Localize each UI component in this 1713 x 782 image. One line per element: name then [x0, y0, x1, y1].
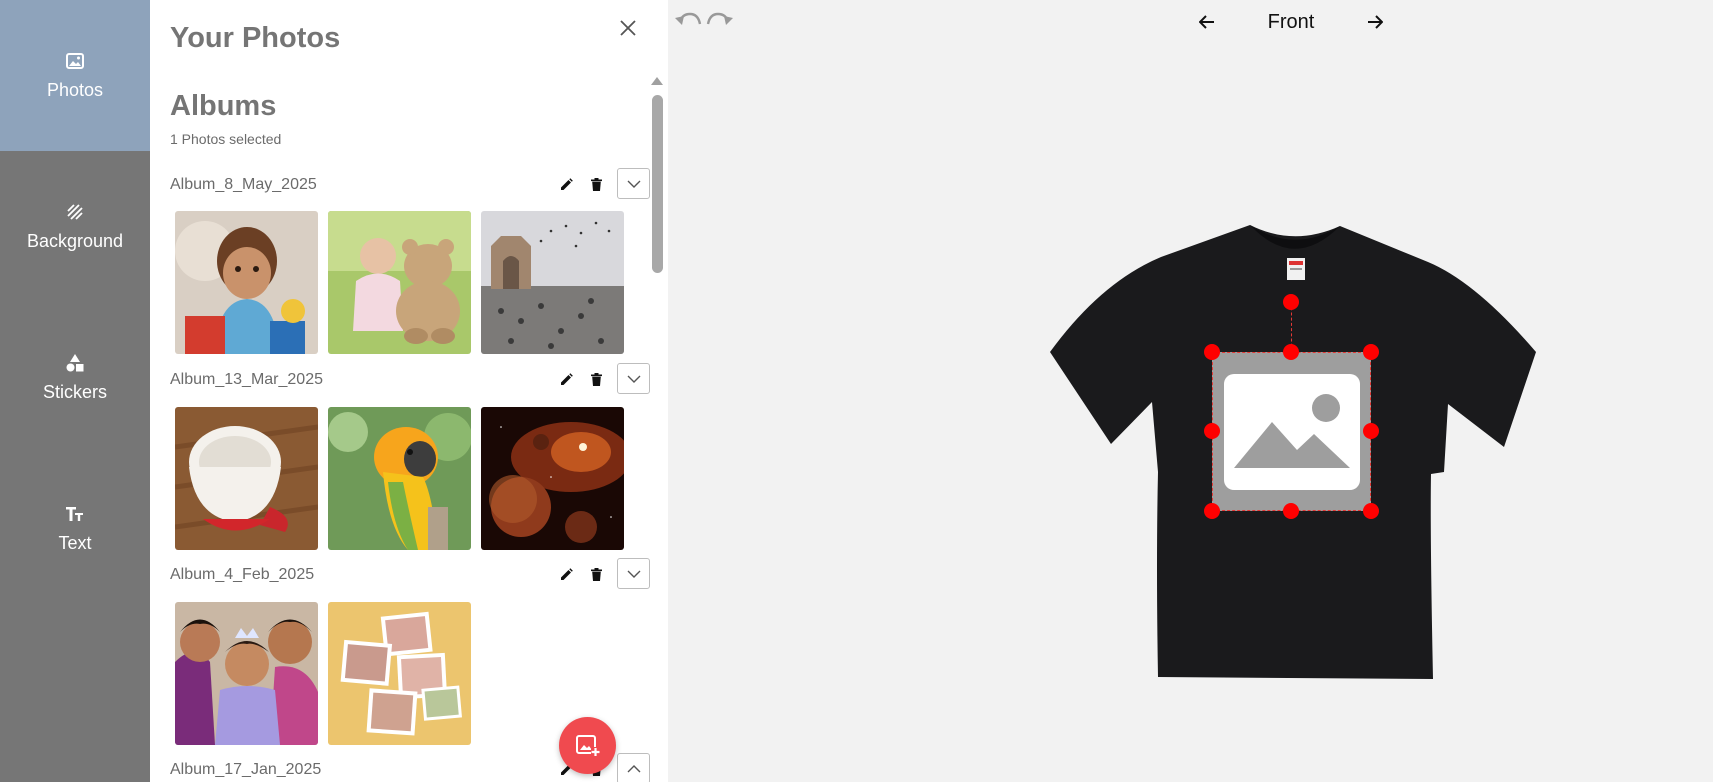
scroll-up-arrow[interactable]	[651, 77, 663, 85]
image-icon	[64, 50, 86, 72]
rail-item-label: Text	[58, 533, 92, 553]
resize-handle-top[interactable]	[1283, 344, 1299, 360]
album-toggle-button[interactable]	[617, 363, 650, 394]
side-label: Front	[1267, 11, 1315, 33]
design-placeholder[interactable]	[1212, 352, 1371, 511]
album-header: Album_4_Feb_2025	[170, 558, 650, 590]
photo-thumbnail[interactable]	[328, 211, 471, 354]
edit-album-button[interactable]	[556, 564, 576, 584]
scrollbar-thumb[interactable]	[652, 95, 663, 273]
album-toggle-button[interactable]	[617, 558, 650, 589]
rotate-handle[interactable]	[1283, 294, 1299, 310]
photo-thumbnail[interactable]	[328, 407, 471, 550]
tool-rail: Photos Background Stickers Text	[0, 0, 150, 782]
undo-icon	[675, 12, 702, 25]
rail-item-stickers[interactable]: Stickers	[0, 302, 150, 453]
add-photo-icon	[575, 734, 600, 756]
trash-icon	[590, 567, 602, 581]
chevron-down-icon	[627, 570, 640, 578]
pencil-icon	[560, 567, 573, 580]
albums-heading: Albums	[170, 90, 277, 122]
resize-handle-top-left[interactable]	[1204, 344, 1220, 360]
photo-thumbnail[interactable]	[175, 211, 318, 354]
pencil-icon	[560, 372, 573, 385]
arrow-left-icon	[1199, 15, 1214, 29]
rail-item-photos[interactable]: Photos	[0, 0, 150, 151]
delete-album-button[interactable]	[586, 174, 606, 194]
photo-thumbnail[interactable]	[175, 602, 318, 745]
resize-handle-bottom[interactable]	[1283, 503, 1299, 519]
album-header: Album_8_May_2025	[170, 168, 650, 200]
delete-album-button[interactable]	[586, 564, 606, 584]
rail-item-background[interactable]: Background	[0, 151, 150, 302]
resize-handle-bottom-right[interactable]	[1363, 503, 1379, 519]
photo-thumbnail[interactable]	[175, 407, 318, 550]
rail-item-label: Photos	[46, 80, 104, 100]
selected-count: 1 Photos selected	[170, 131, 282, 147]
album-header: Album_13_Mar_2025	[170, 363, 650, 395]
add-photos-button[interactable]	[559, 717, 616, 774]
rail-item-label: Background	[26, 231, 124, 251]
redo-icon	[706, 12, 733, 25]
resize-handle-bottom-left[interactable]	[1204, 503, 1220, 519]
trash-icon	[590, 372, 602, 386]
photo-thumbnail[interactable]	[328, 602, 471, 745]
photo-thumbnail[interactable]	[481, 211, 624, 354]
image-placeholder-icon	[1224, 374, 1360, 490]
chevron-down-icon	[627, 180, 640, 188]
delete-album-button[interactable]	[586, 369, 606, 389]
album-name: Album_17_Jan_2025	[170, 761, 322, 778]
previous-side-button[interactable]	[1196, 11, 1218, 33]
album-name: Album_13_Mar_2025	[170, 371, 323, 388]
resize-handle-left[interactable]	[1204, 423, 1220, 439]
arrow-right-icon	[1368, 15, 1383, 29]
next-side-button[interactable]	[1364, 11, 1386, 33]
close-icon	[620, 20, 636, 36]
trash-icon	[590, 177, 602, 191]
shapes-icon	[64, 352, 86, 374]
chevron-up-icon	[627, 764, 640, 772]
background-pattern-icon	[64, 201, 86, 223]
close-button[interactable]	[614, 14, 642, 42]
panel-title: Your Photos	[170, 22, 341, 54]
rail-item-text[interactable]: Text	[0, 453, 150, 604]
undo-button[interactable]	[674, 10, 702, 32]
pencil-icon	[560, 177, 573, 190]
text-size-icon	[64, 503, 86, 525]
photo-thumbnail[interactable]	[481, 407, 624, 550]
edit-album-button[interactable]	[556, 174, 576, 194]
photos-panel: Your Photos Albums 1 Photos selected Alb…	[150, 0, 668, 782]
resize-handle-right[interactable]	[1363, 423, 1379, 439]
edit-album-button[interactable]	[556, 369, 576, 389]
album-toggle-button[interactable]	[617, 168, 650, 199]
resize-handle-top-right[interactable]	[1363, 344, 1379, 360]
album-name: Album_4_Feb_2025	[170, 566, 315, 583]
album-toggle-button[interactable]	[617, 753, 650, 782]
redo-button[interactable]	[706, 10, 734, 32]
album-name: Album_8_May_2025	[170, 176, 317, 193]
rail-item-label: Stickers	[42, 382, 107, 402]
chevron-down-icon	[627, 375, 640, 383]
